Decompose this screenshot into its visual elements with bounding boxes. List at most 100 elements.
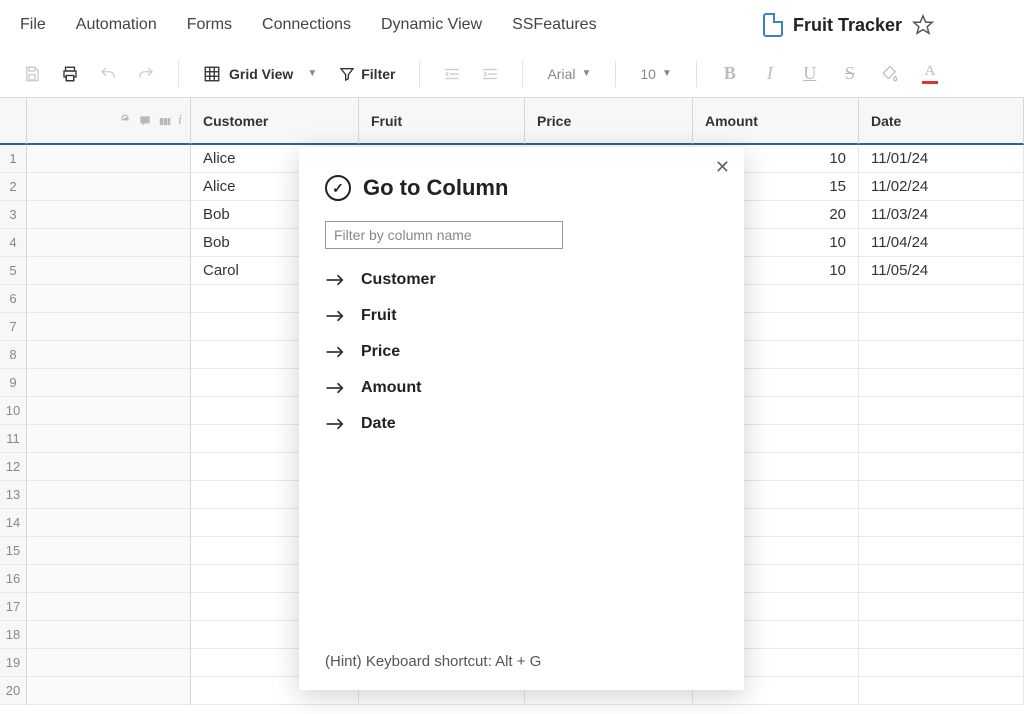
row-number[interactable]: 7	[0, 313, 27, 341]
row-meta[interactable]	[27, 593, 191, 621]
row-meta[interactable]	[27, 537, 191, 565]
row-number[interactable]: 13	[0, 481, 27, 509]
row-number[interactable]: 20	[0, 677, 27, 705]
close-button[interactable]: ✕	[715, 157, 730, 178]
row-meta[interactable]	[27, 285, 191, 313]
column-header[interactable]: Price	[525, 98, 693, 145]
underline-button[interactable]: U	[795, 60, 825, 88]
text-color-button[interactable]: A	[915, 60, 945, 88]
cell[interactable]	[859, 341, 1024, 369]
cell[interactable]	[859, 677, 1024, 705]
menu-connections[interactable]: Connections	[262, 16, 351, 34]
row-number[interactable]: 16	[0, 565, 27, 593]
font-selector[interactable]: Arial▼	[541, 66, 597, 82]
go-to-column-modal: ✕ ✓ Go to Column CustomerFruitPriceAmoun…	[299, 147, 744, 690]
undo-icon[interactable]	[94, 60, 122, 88]
row-number[interactable]: 17	[0, 593, 27, 621]
font-size-selector[interactable]: 10▼	[634, 66, 677, 82]
row-number[interactable]: 4	[0, 229, 27, 257]
row-meta[interactable]	[27, 145, 191, 173]
hint-text: (Hint) Keyboard shortcut: Alt + G	[325, 653, 718, 670]
row-number[interactable]: 18	[0, 621, 27, 649]
save-icon[interactable]	[18, 60, 46, 88]
column-header[interactable]: Fruit	[359, 98, 525, 145]
column-header[interactable]: Amount	[693, 98, 859, 145]
row-meta[interactable]	[27, 173, 191, 201]
cell[interactable]	[859, 565, 1024, 593]
outdent-icon[interactable]	[438, 60, 466, 88]
row-number[interactable]: 19	[0, 649, 27, 677]
redo-icon[interactable]	[132, 60, 160, 88]
row-meta[interactable]	[27, 257, 191, 285]
menu-ssfeatures[interactable]: SSFeatures	[512, 16, 596, 34]
column-item[interactable]: Amount	[325, 379, 718, 397]
italic-button[interactable]: I	[755, 60, 785, 88]
row-meta[interactable]	[27, 229, 191, 257]
row-number[interactable]: 12	[0, 453, 27, 481]
row-meta[interactable]	[27, 565, 191, 593]
row-number[interactable]: 9	[0, 369, 27, 397]
fill-color-button[interactable]	[875, 60, 905, 88]
row-meta[interactable]	[27, 341, 191, 369]
cell[interactable]	[859, 453, 1024, 481]
cell[interactable]	[859, 621, 1024, 649]
row-meta[interactable]	[27, 369, 191, 397]
indent-icon[interactable]	[476, 60, 504, 88]
star-icon[interactable]	[912, 14, 934, 36]
column-item[interactable]: Customer	[325, 271, 718, 289]
cell[interactable]	[859, 397, 1024, 425]
row-meta[interactable]	[27, 397, 191, 425]
row-number[interactable]: 6	[0, 285, 27, 313]
menu-forms[interactable]: Forms	[187, 16, 232, 34]
filter-button[interactable]: Filter	[333, 66, 401, 82]
row-number[interactable]: 10	[0, 397, 27, 425]
column-filter-input[interactable]	[325, 221, 563, 249]
menu-dynamic-view[interactable]: Dynamic View	[381, 16, 482, 34]
row-meta[interactable]	[27, 453, 191, 481]
row-meta[interactable]	[27, 649, 191, 677]
cell[interactable]	[859, 509, 1024, 537]
row-number[interactable]: 2	[0, 173, 27, 201]
row-number[interactable]: 8	[0, 341, 27, 369]
cell[interactable]: 11/04/24	[859, 229, 1024, 257]
row-meta[interactable]	[27, 677, 191, 705]
cell[interactable]	[859, 285, 1024, 313]
bold-button[interactable]: B	[715, 60, 745, 88]
sheet-icon	[763, 13, 783, 37]
menu-automation[interactable]: Automation	[76, 16, 157, 34]
sheet-title[interactable]: Fruit Tracker	[793, 15, 902, 36]
row-number[interactable]: 5	[0, 257, 27, 285]
print-icon[interactable]	[56, 60, 84, 88]
row-number[interactable]: 15	[0, 537, 27, 565]
cell[interactable]	[859, 481, 1024, 509]
row-meta[interactable]	[27, 509, 191, 537]
row-meta[interactable]	[27, 425, 191, 453]
cell[interactable]	[859, 369, 1024, 397]
cell[interactable]	[859, 649, 1024, 677]
row-number[interactable]: 3	[0, 201, 27, 229]
column-item[interactable]: Price	[325, 343, 718, 361]
cell[interactable]	[859, 313, 1024, 341]
view-selector[interactable]: Grid View ▼	[197, 65, 323, 83]
cell[interactable]: 11/05/24	[859, 257, 1024, 285]
cell[interactable]: 11/02/24	[859, 173, 1024, 201]
strikethrough-button[interactable]: S	[835, 60, 865, 88]
row-meta[interactable]	[27, 313, 191, 341]
row-meta[interactable]	[27, 481, 191, 509]
row-number[interactable]: 1	[0, 145, 27, 173]
menu-file[interactable]: File	[20, 16, 46, 34]
cell[interactable]: 11/01/24	[859, 145, 1024, 173]
column-item[interactable]: Date	[325, 415, 718, 433]
row-number[interactable]: 14	[0, 509, 27, 537]
cell[interactable]	[859, 425, 1024, 453]
corner-cell[interactable]	[0, 98, 27, 145]
row-number[interactable]: 11	[0, 425, 27, 453]
row-meta[interactable]	[27, 201, 191, 229]
cell[interactable]: 11/03/24	[859, 201, 1024, 229]
cell[interactable]	[859, 593, 1024, 621]
column-header[interactable]: Customer	[191, 98, 359, 145]
row-meta[interactable]	[27, 621, 191, 649]
column-header[interactable]: Date	[859, 98, 1024, 145]
column-item[interactable]: Fruit	[325, 307, 718, 325]
cell[interactable]	[859, 537, 1024, 565]
